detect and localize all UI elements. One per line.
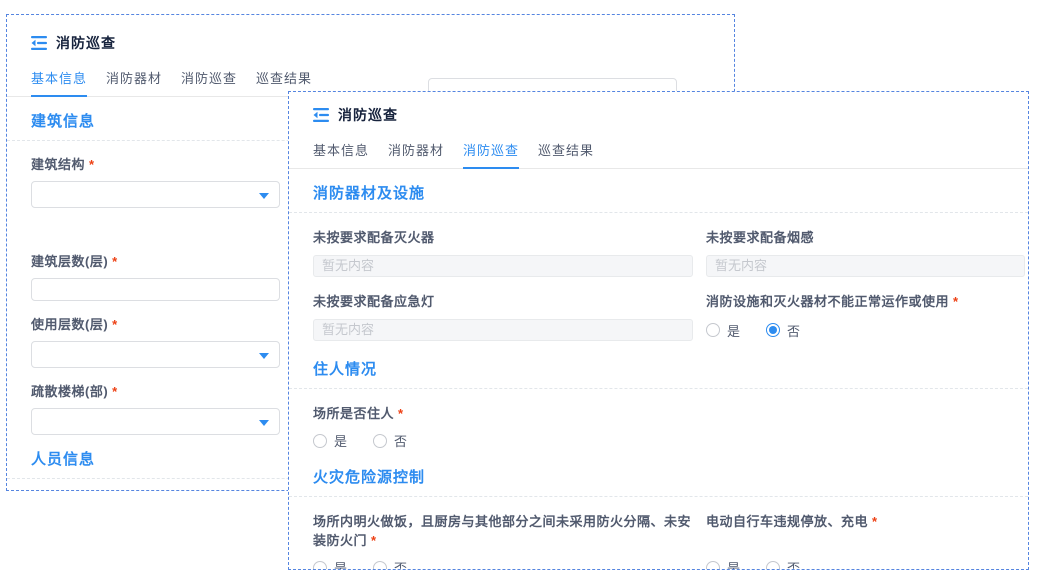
radio-label: 是 <box>727 321 740 340</box>
radio-circle-icon <box>313 561 327 571</box>
radio-no-checked[interactable]: 否 <box>766 321 800 340</box>
residence-block: 场所是否住人* 是 否 <box>313 403 1028 450</box>
extinguisher-input-disabled: 暂无内容 <box>313 255 693 277</box>
radio-label: 是 <box>727 558 740 570</box>
menu-fold-icon[interactable] <box>31 36 47 50</box>
required-mark: * <box>112 317 118 332</box>
tab-patrol-result[interactable]: 巡查结果 <box>538 140 594 168</box>
radio-no[interactable]: 否 <box>373 558 407 570</box>
occupied-radio-group: 是 否 <box>313 431 1028 450</box>
chevron-down-icon <box>259 420 269 426</box>
radio-label: 否 <box>394 558 407 570</box>
spacer <box>31 208 280 251</box>
section-rule <box>289 388 1028 389</box>
radio-circle-icon <box>706 561 720 571</box>
radio-no[interactable]: 否 <box>373 431 407 450</box>
required-mark: * <box>872 514 878 529</box>
radio-yes[interactable]: 是 <box>313 558 347 570</box>
field-label-used-floors: 使用层数(层)* <box>31 314 280 333</box>
open-fire-radio-group: 是 否 <box>313 558 693 570</box>
radio-circle-checked-icon <box>766 323 780 337</box>
radio-circle-icon <box>373 561 387 571</box>
field-label-facility-fail: 消防设施和灭火器材不能正常运作或使用* <box>706 291 1025 310</box>
tab-fire-equipment[interactable]: 消防器材 <box>106 68 162 96</box>
radio-label: 否 <box>787 558 800 570</box>
field-label-floors: 建筑层数(层)* <box>31 251 280 270</box>
field-label-ebike: 电动自行车违规停放、充电* <box>706 511 1025 549</box>
emergency-light-input-disabled: 暂无内容 <box>313 319 693 341</box>
chevron-down-icon <box>259 353 269 359</box>
radio-label: 是 <box>334 431 347 450</box>
page-canvas: 消防巡查 基本信息 消防器材 消防巡查 巡查结果 建筑信息 建筑结构* 建筑层数… <box>0 0 1042 583</box>
facility-fail-radio-group: 是 否 <box>706 319 1025 341</box>
radio-label: 否 <box>787 321 800 340</box>
required-mark: * <box>112 254 118 269</box>
required-mark: * <box>89 157 95 172</box>
hazard-grid: 场所内明火做饭，且厨房与其他部分之间未采用防火分隔、未安装防火门* 电动自行车违… <box>313 497 1025 570</box>
radio-circle-icon <box>313 434 327 448</box>
structure-select[interactable] <box>31 181 280 208</box>
tab-fire-patrol[interactable]: 消防巡查 <box>181 68 237 96</box>
field-label-occupied: 场所是否住人* <box>313 403 1028 422</box>
page-title: 消防巡查 <box>338 105 398 125</box>
radio-circle-icon <box>706 323 720 337</box>
required-mark: * <box>953 294 959 309</box>
menu-fold-icon[interactable] <box>313 108 329 122</box>
tab-basic-info[interactable]: 基本信息 <box>31 68 87 97</box>
stairs-select[interactable] <box>31 408 280 435</box>
radio-circle-icon <box>373 434 387 448</box>
back-form: 建筑结构* 建筑层数(层)* 使用层数(层)* 疏散楼梯(部)* <box>31 154 280 435</box>
radio-no[interactable]: 否 <box>766 558 800 570</box>
required-mark: * <box>112 384 118 399</box>
tab-basic-info[interactable]: 基本信息 <box>313 140 369 168</box>
radio-yes[interactable]: 是 <box>706 321 740 340</box>
tab-fire-equipment[interactable]: 消防器材 <box>388 140 444 168</box>
page-title: 消防巡查 <box>56 33 116 53</box>
radio-label: 否 <box>394 431 407 450</box>
used-floors-select[interactable] <box>31 341 280 368</box>
section-title-residence: 住人情况 <box>313 358 1028 379</box>
radio-yes[interactable]: 是 <box>313 431 347 450</box>
floors-input[interactable] <box>31 278 280 301</box>
field-label-extinguisher: 未按要求配备灭火器 <box>313 227 693 246</box>
section-title-hazard: 火灾危险源控制 <box>313 466 1028 487</box>
window-fire-patrol: 消防巡查 基本信息 消防器材 消防巡查 巡查结果 消防器材及设施 未按要求配备灭… <box>288 91 1029 570</box>
smoke-input-disabled: 暂无内容 <box>706 255 1025 277</box>
tab-fire-patrol[interactable]: 消防巡查 <box>463 140 519 169</box>
back-header: 消防巡查 <box>31 33 734 53</box>
ebike-radio-group: 是 否 <box>706 558 1025 570</box>
field-label-structure: 建筑结构* <box>31 154 280 173</box>
radio-yes[interactable]: 是 <box>706 558 740 570</box>
required-mark: * <box>398 406 404 421</box>
field-label-open-fire: 场所内明火做饭，且厨房与其他部分之间未采用防火分隔、未安装防火门* <box>313 511 693 549</box>
field-label-smoke: 未按要求配备烟感 <box>706 227 1025 246</box>
chevron-down-icon <box>259 193 269 199</box>
equipment-grid: 未按要求配备灭火器 未按要求配备烟感 暂无内容 暂无内容 未按要求配备应急灯 消… <box>313 213 1025 341</box>
radio-circle-icon <box>766 561 780 571</box>
radio-label: 是 <box>334 558 347 570</box>
front-tabbar: 基本信息 消防器材 消防巡查 巡查结果 <box>289 140 1028 169</box>
field-label-emergency-light: 未按要求配备应急灯 <box>313 291 693 310</box>
required-mark: * <box>371 533 377 548</box>
section-title-equipment: 消防器材及设施 <box>313 182 1028 203</box>
field-label-stairs: 疏散楼梯(部)* <box>31 381 280 400</box>
front-header: 消防巡查 <box>313 105 1028 125</box>
